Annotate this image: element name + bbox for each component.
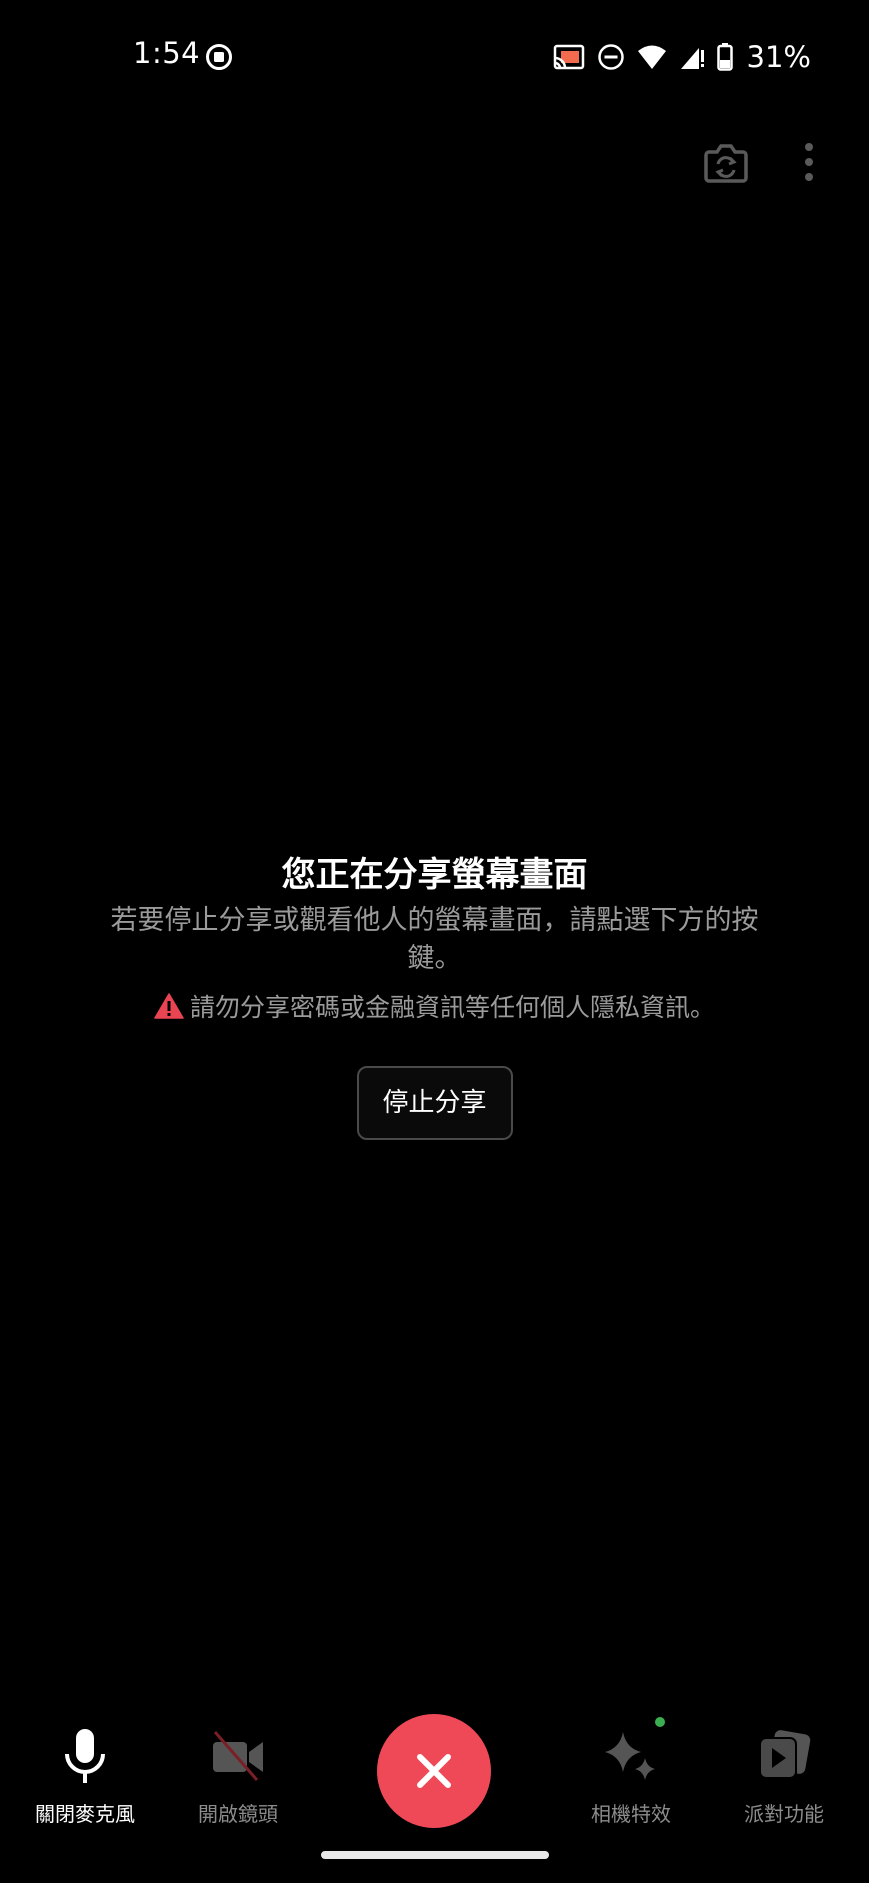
wifi-icon [637,45,666,69]
stop-sharing-button[interactable]: 停止分享 [356,1066,513,1140]
share-description: 若要停止分享或觀看他人的螢幕畫面，請點選下方的按鍵。 [110,905,759,974]
call-controls: 關閉麥克風 開啟鏡頭 相機特效 派對功能 [0,1700,869,1830]
party-label: 派對功能 [744,1802,824,1826]
camera-label: 開啟鏡頭 [198,1802,278,1826]
mic-label: 關閉麥克風 [35,1802,135,1826]
screen-record-icon [206,44,232,70]
mic-icon [65,1729,105,1783]
end-call-button[interactable] [377,1714,491,1828]
status-bar: 1:54 31% [0,0,869,112]
dnd-icon [597,44,624,70]
close-icon [417,1754,451,1788]
signal-icon [680,48,704,69]
sparkle-icon [605,1732,655,1780]
effects-label: 相機特效 [591,1802,671,1826]
new-feature-dot [655,1717,665,1727]
cast-icon [553,44,584,70]
screen-share-panel: 您正在分享螢幕畫面 若要停止分享或觀看他人的螢幕畫面，請點選下方的按鍵。 請勿分… [0,850,869,1140]
camera-toggle-button[interactable]: 開啟鏡頭 [173,1728,303,1827]
share-title: 您正在分享螢幕畫面 [281,855,588,895]
party-features-button[interactable]: 派對功能 [719,1728,849,1827]
camera-off-icon [213,1731,263,1781]
status-icons: 31% [553,40,811,74]
battery-icon [716,43,733,71]
battery-percent: 31% [746,40,811,74]
camera-effects-button[interactable]: 相機特效 [566,1728,696,1827]
camera-switch-icon[interactable] [703,140,749,184]
home-indicator[interactable] [321,1851,549,1859]
status-time: 1:54 [133,36,201,70]
play-cards-icon [759,1730,811,1779]
mic-toggle-button[interactable]: 關閉麥克風 [20,1728,150,1827]
more-vert-icon[interactable] [797,140,821,184]
warning-text: 請勿分享密碼或金融資訊等任何個人隱私資訊。 [189,993,715,1022]
privacy-warning: 請勿分享密碼或金融資訊等任何個人隱私資訊。 [154,988,715,1024]
warning-icon [154,993,184,1019]
